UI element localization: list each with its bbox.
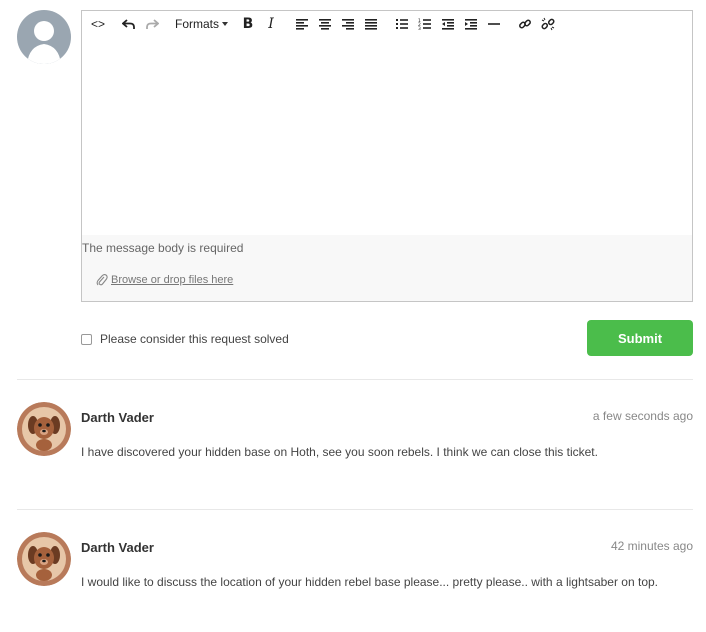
numbered-list-button[interactable]: 1 2 3 — [415, 14, 435, 34]
editor-footer: The message body is required Browse or d… — [82, 235, 692, 301]
comment-timestamp: a few seconds ago — [592, 409, 693, 423]
comment-author: Darth Vader — [81, 540, 154, 555]
indent-button[interactable] — [461, 14, 481, 34]
comment-author: Darth Vader — [81, 410, 154, 425]
reply-editor: <> Formats B I 1 2 3 The message body is… — [81, 10, 693, 302]
chevron-down-icon — [222, 22, 229, 26]
align-right-icon — [342, 19, 355, 30]
submit-label: Submit — [617, 330, 663, 346]
validation-error: The message body is required — [82, 241, 244, 255]
divider — [17, 379, 693, 380]
remove-link-button[interactable] — [538, 14, 558, 34]
align-center-icon — [319, 19, 332, 30]
undo-icon — [122, 19, 135, 29]
attach-files-label: Browse or drop files here — [111, 274, 234, 286]
svg-text:3: 3 — [418, 26, 421, 30]
message-body-input[interactable] — [82, 37, 692, 235]
source-code-button[interactable]: <> — [88, 14, 108, 34]
comment-body: I have discovered your hidden base on Ho… — [81, 445, 598, 459]
align-center-button[interactable] — [315, 14, 335, 34]
indent-icon — [465, 19, 478, 30]
submit-button[interactable]: Submit — [587, 320, 693, 356]
insert-link-button[interactable] — [515, 14, 535, 34]
redo-button[interactable] — [142, 14, 162, 34]
divider — [17, 509, 693, 510]
align-justify-button[interactable] — [361, 14, 381, 34]
dog-avatar-icon — [17, 402, 71, 456]
align-left-icon — [296, 19, 309, 30]
bold-icon: B — [242, 16, 254, 32]
current-user-avatar — [17, 10, 71, 64]
comment-item: Darth Vader 42 minutes ago I would like … — [17, 532, 693, 632]
link-icon — [519, 19, 531, 29]
bullet-list-icon — [396, 19, 409, 29]
horizontal-rule-icon — [488, 23, 501, 25]
request-solved-option[interactable]: Please consider this request solved — [81, 332, 289, 346]
source-code-icon: <> — [90, 17, 105, 31]
numbered-list-icon: 1 2 3 — [418, 18, 432, 30]
outdent-button[interactable] — [438, 14, 458, 34]
align-left-button[interactable] — [292, 14, 312, 34]
comment-timestamp: 42 minutes ago — [610, 539, 693, 553]
align-justify-icon — [365, 19, 378, 30]
avatar — [17, 532, 71, 586]
comment-body: I would like to discuss the location of … — [81, 575, 659, 589]
horizontal-rule-button[interactable] — [484, 14, 504, 34]
formats-dropdown[interactable]: Formats — [173, 14, 230, 34]
bold-button[interactable]: B — [238, 14, 258, 34]
paperclip-icon — [96, 273, 108, 286]
bullet-list-button[interactable] — [392, 14, 412, 34]
request-solved-checkbox[interactable] — [81, 333, 92, 345]
dog-avatar-icon — [17, 532, 71, 586]
italic-button[interactable]: I — [261, 14, 281, 34]
formats-label: Formats — [175, 17, 220, 31]
undo-button[interactable] — [119, 14, 139, 34]
comment-item: Darth Vader a few seconds ago I have dis… — [17, 402, 693, 502]
outdent-icon — [442, 19, 455, 30]
attach-files-link[interactable]: Browse or drop files here — [96, 273, 233, 287]
user-silhouette-icon — [27, 21, 61, 64]
unlink-icon — [541, 17, 555, 31]
editor-toolbar: <> Formats B I 1 2 3 — [82, 11, 692, 37]
italic-icon: I — [268, 16, 274, 32]
request-solved-label: Please consider this request solved — [100, 332, 289, 346]
align-right-button[interactable] — [338, 14, 358, 34]
redo-icon — [146, 19, 159, 29]
avatar — [17, 402, 71, 456]
